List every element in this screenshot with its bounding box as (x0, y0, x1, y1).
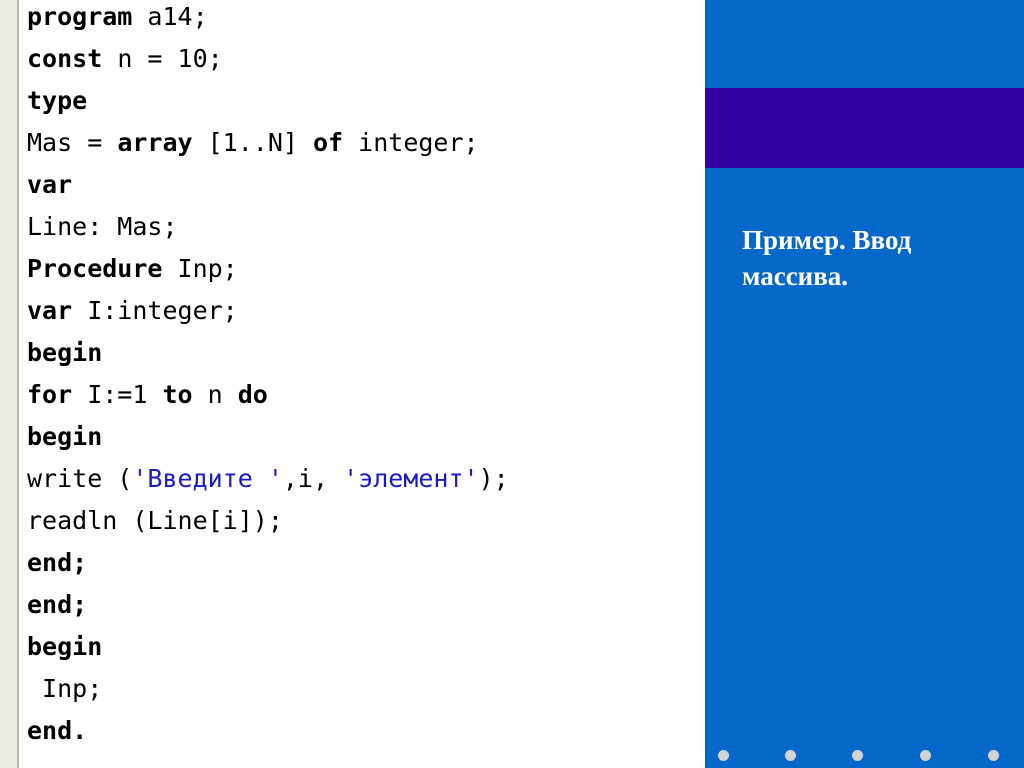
code-line: var (27, 164, 707, 206)
code-keyword: Procedure (27, 254, 163, 283)
code-text: n (192, 380, 238, 409)
code-keyword: to (162, 380, 193, 409)
code-keyword: array (117, 128, 193, 157)
code-keyword: begin (27, 632, 103, 661)
code-line: type (27, 80, 707, 122)
slide-title: Пример. Ввод массива. (742, 225, 912, 291)
code-keyword: begin (27, 338, 103, 367)
code-keyword: do (237, 380, 268, 409)
code-line: Inp; (27, 668, 707, 710)
code-text: I:integer; (72, 296, 238, 325)
code-keyword: end. (27, 716, 88, 745)
code-line: Procedure Inp; (27, 248, 707, 290)
code-line: end; (27, 584, 707, 626)
code-line: begin (27, 416, 707, 458)
code-line: var I:integer; (27, 290, 707, 332)
code-keyword: of (313, 128, 344, 157)
code-keyword: const (27, 44, 103, 73)
decorative-dot (920, 750, 931, 761)
code-string-literal: 'элемент' (343, 464, 479, 493)
code-line: readln (Line[i]); (27, 500, 707, 542)
pascal-code-block: program a14; const n = 10; type Mas = array… (27, 0, 707, 752)
code-text: Inp; (27, 674, 103, 703)
code-keyword: program (27, 2, 133, 31)
decorative-dot (852, 750, 863, 761)
code-text: Inp; (162, 254, 238, 283)
code-text: integer; (343, 128, 479, 157)
code-keyword: var (27, 296, 73, 325)
code-line: const n = 10; (27, 38, 707, 80)
code-text: I:=1 (72, 380, 163, 409)
code-text: [1..N] (192, 128, 313, 157)
code-string-literal: 'Введите ' (132, 464, 283, 493)
code-line: for I:=1 to n do (27, 374, 707, 416)
code-text: n = 10; (102, 44, 223, 73)
code-keyword: begin (27, 422, 103, 451)
code-text: Mas = (27, 128, 118, 157)
code-text: readln (Line[i]); (27, 506, 283, 535)
code-line: write ('Введите ',i, 'элемент'); (27, 458, 707, 500)
code-keyword: var (27, 170, 73, 199)
code-line: begin (27, 332, 707, 374)
code-line: program a14; (27, 0, 707, 38)
code-keyword: end; (27, 590, 88, 619)
code-keyword: for (27, 380, 73, 409)
slide-canvas: program a14; const n = 10; type Mas = array… (0, 0, 1024, 768)
code-text: ); (478, 464, 509, 493)
code-text: ,i, (282, 464, 344, 493)
code-line: Mas = array [1..N] of integer; (27, 122, 707, 164)
code-line: end; (27, 542, 707, 584)
decorative-dot (785, 750, 796, 761)
code-text: Line: Mas; (27, 212, 178, 241)
decorative-dot (718, 750, 729, 761)
code-keyword: end; (27, 548, 88, 577)
code-text: write ( (27, 464, 133, 493)
left-margin-strip (0, 0, 17, 768)
code-listing-area: program a14; const n = 10; type Mas = array… (19, 0, 705, 768)
code-line: Line: Mas; (27, 206, 707, 248)
panel-accent-band (705, 88, 1024, 168)
code-keyword: type (27, 86, 88, 115)
code-text: a14; (132, 2, 208, 31)
decorative-dot (988, 750, 999, 761)
code-line: end. (27, 710, 707, 752)
bottom-dot-row (705, 750, 1024, 766)
code-line: begin (27, 626, 707, 668)
